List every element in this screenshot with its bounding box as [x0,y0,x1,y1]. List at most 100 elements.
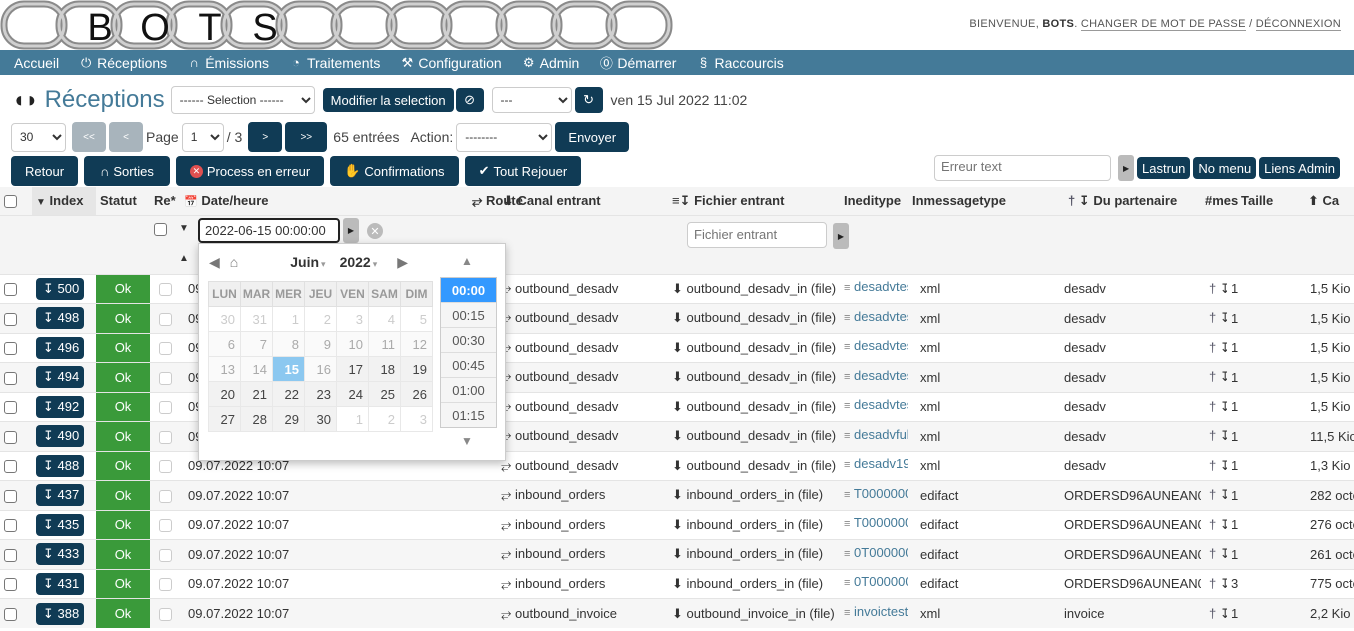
calendar-day[interactable]: 9 [304,331,337,357]
fichier-filter-go-button[interactable]: ▶ [833,223,849,249]
calendar-day[interactable]: 4 [368,306,401,332]
refresh-button[interactable]: ↻ [574,87,603,113]
calendar-day[interactable]: 30 [304,406,337,432]
channel-value[interactable]: inbound_orders_in (file) [687,517,824,532]
nav-traitements[interactable]: ◔ Traitements [289,55,380,71]
row-checkbox[interactable] [4,283,17,297]
retry-checkbox[interactable] [158,548,172,562]
calendar-day[interactable]: 30 [208,306,241,332]
row-checkbox[interactable] [4,548,17,562]
table-row[interactable]: ↧ 437 Ok 09.07.2022 10:07 ⥂ inbound_orders ⬇… [0,480,1354,510]
calendar-day[interactable]: 27 [208,406,241,432]
liens-admin-button[interactable]: Liens Admin [1259,157,1340,179]
index-badge[interactable]: ↧ 494 [36,366,84,389]
nav-accueil[interactable]: Accueil [14,55,59,71]
retry-checkbox[interactable] [158,519,172,533]
calendar-day[interactable]: 19 [400,356,433,382]
route-value[interactable]: inbound_orders [515,576,605,591]
time-list[interactable]: 00:00 00:15 00:30 00:45 01:00 01:15 [440,277,497,428]
row-checkbox[interactable] [4,519,17,533]
retry-checkbox[interactable] [158,401,172,415]
retry-checkbox[interactable] [158,342,172,356]
index-badge[interactable]: ↧ 490 [36,425,84,448]
route-value[interactable]: outbound_desadv [515,310,618,325]
calendar-day[interactable]: 22 [272,381,305,407]
calendar-day[interactable]: 21 [240,381,273,407]
time-scroll-down-icon[interactable]: ▼ [461,434,473,448]
fichier-filter-input[interactable] [687,222,827,248]
row-checkbox[interactable] [4,578,17,592]
calendar-day[interactable]: 15 [272,356,305,382]
col-file[interactable]: ≡↧ Fichier entrant [668,187,840,215]
file-link[interactable]: desadvtest5-2.xml [854,338,908,353]
row-checkbox[interactable] [4,401,17,415]
page-select[interactable]: 1 [181,122,224,152]
calendar-day[interactable]: 10 [336,331,369,357]
channel-value[interactable]: outbound_desadv_in (file) [687,399,837,414]
row-checkbox[interactable] [4,312,17,326]
index-badge[interactable]: ↧ 500 [36,277,84,300]
change-password-link[interactable]: CHANGER DE MOT DE PASSE [1080,18,1246,31]
calendar-day[interactable]: 14 [240,356,273,382]
retry-checkbox[interactable] [158,489,172,503]
prev-month-icon[interactable]: ◀ [209,254,220,271]
next-month-icon[interactable]: ▶ [397,254,408,271]
index-badge[interactable]: ↧ 433 [36,543,84,566]
nav-configuration[interactable]: ⚒ Configuration [400,55,502,71]
calendar-day[interactable]: 28 [240,406,273,432]
retry-filter-checkbox[interactable] [154,223,167,236]
col-messagetype[interactable]: Inmessagetype [908,187,1060,215]
time-option[interactable]: 00:30 [441,328,496,353]
send-button[interactable]: Envoyer [555,122,630,152]
file-link[interactable]: 0T0000000004.edi [854,574,908,589]
route-value[interactable]: outbound_desadv [515,281,618,296]
calendar-day[interactable]: 18 [368,356,401,382]
tout-rejouer-button[interactable]: ✔ Tout Rejouer [464,156,582,186]
selection-select[interactable]: ------ Selection ------ [170,86,315,114]
route-value[interactable]: outbound_desadv [515,458,618,473]
nav-raccourcis[interactable]: § Raccourcis [696,55,784,71]
channel-value[interactable]: outbound_desadv_in (file) [687,310,837,325]
table-row[interactable]: ↧ 431 Ok 09.07.2022 10:07 ⥂ inbound_orders ⬇… [0,568,1354,599]
route-value[interactable]: outbound_desadv [515,340,618,355]
time-option[interactable]: 01:00 [441,378,496,403]
per-page-select[interactable]: 30 [11,122,66,152]
channel-value[interactable]: outbound_desadv_in (file) [687,281,837,296]
row-checkbox[interactable] [4,460,17,474]
file-link[interactable]: T0000000002.edi [854,486,908,501]
first-page-button[interactable]: << [72,122,106,152]
route-value[interactable]: inbound_orders [515,546,605,561]
last-page-button[interactable]: >> [285,122,328,152]
file-link[interactable]: desadvtest6-1.xml [854,309,908,324]
col-editype[interactable]: Ineditype [840,187,908,215]
file-link[interactable]: desadvtest01.xml [854,397,908,412]
channel-value[interactable]: inbound_orders_in (file) [687,487,824,502]
process-erreur-button[interactable]: ✕ Process en erreur [175,156,325,186]
clear-date-icon[interactable]: ✕ [367,223,383,239]
index-badge[interactable]: ↧ 388 [36,602,84,625]
bots-logo[interactable]: BOTS [0,0,690,50]
time-option[interactable]: 00:15 [441,303,496,328]
retry-checkbox[interactable] [158,430,172,444]
col-status[interactable]: Statut [96,187,150,215]
calendar-day[interactable]: 17 [336,356,369,382]
index-badge[interactable]: ↧ 498 [36,307,84,330]
retry-checkbox[interactable] [158,312,172,326]
route-value[interactable]: outbound_desadv [515,369,618,384]
channel-value[interactable]: outbound_desadv_in (file) [687,458,837,473]
file-link[interactable]: desadv1923.xml [854,456,908,471]
calendar-day[interactable]: 16 [304,356,337,382]
route-value[interactable]: inbound_orders [515,517,605,532]
nav-emissions[interactable]: ∩ Émissions [187,55,269,71]
sorties-button[interactable]: ∩ Sorties [84,156,170,186]
col-partner[interactable]: † ↧ Du partenaire [1060,187,1201,215]
calendar-day[interactable]: 31 [240,306,273,332]
file-link[interactable]: T0000000001.edi [854,515,908,530]
retry-checkbox[interactable] [158,283,172,297]
calendar-day[interactable]: 1 [272,306,305,332]
retour-button[interactable]: Retour [11,156,79,186]
calendar-day[interactable]: 26 [400,381,433,407]
channel-value[interactable]: inbound_orders_in (file) [687,576,824,591]
next-page-button[interactable]: > [248,122,283,152]
erreur-text-input[interactable] [934,155,1112,181]
